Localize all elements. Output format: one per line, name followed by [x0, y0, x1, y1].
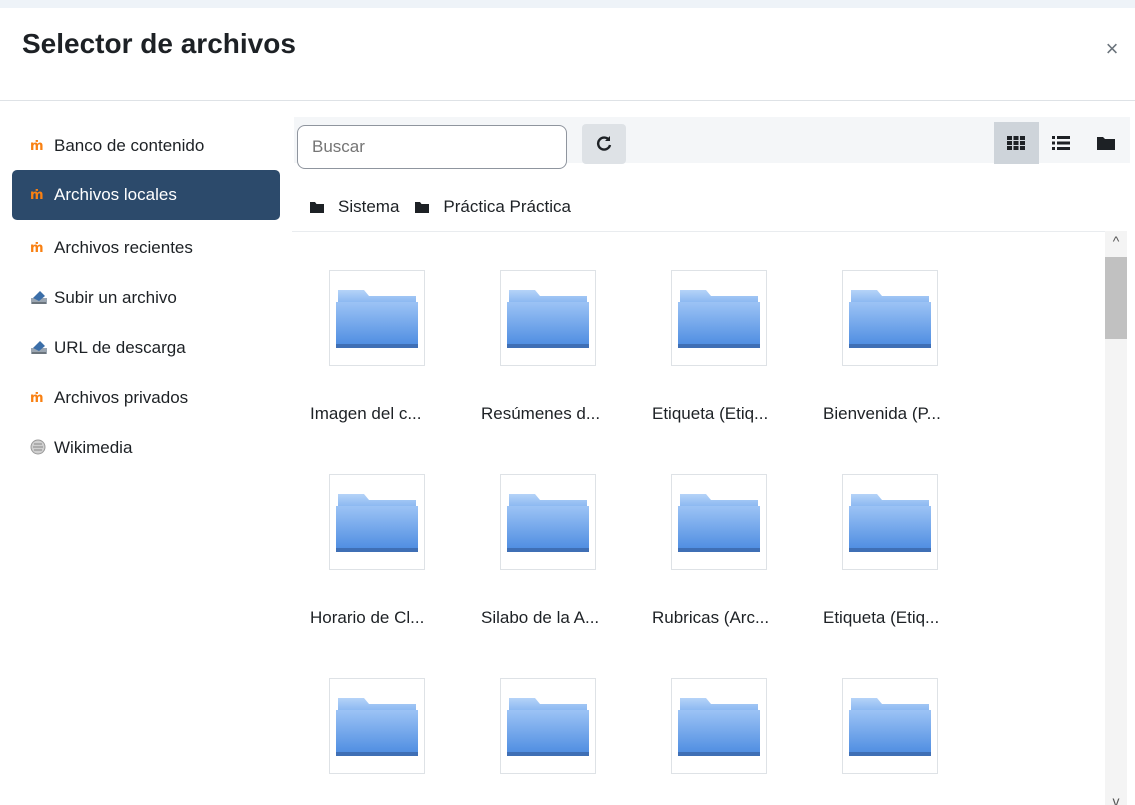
file-tile[interactable]: Etiqueta (Etiq... [642, 232, 806, 423]
file-name: Etiqueta (Etiq... [652, 404, 769, 423]
dialog-title: Selector de archivos [22, 28, 296, 59]
file-tile[interactable]: Etiqueta (Etiq... [813, 436, 977, 627]
file-name: Bienvenida (P... [823, 404, 941, 423]
breadcrumb: Sistema Práctica Práctica [310, 197, 587, 217]
file-picker-dialog: Selector de archivos × ṁ Banco de conten… [0, 8, 1135, 805]
view-switcher [994, 122, 1128, 164]
file-name: Rubricas (Arc... [652, 608, 770, 627]
url-icon [30, 339, 54, 358]
repo-archivos-privados[interactable]: ṁ Archivos privados [12, 373, 280, 423]
folder-icon [842, 474, 938, 570]
moodle-icon: ṁ [30, 390, 44, 406]
file-tile[interactable]: Horario de Cl... [300, 436, 464, 627]
folder-icon [329, 678, 425, 774]
repo-subir-un-archivo[interactable]: Subir un archivo [12, 273, 280, 323]
search-input[interactable] [297, 125, 567, 169]
file-tile[interactable] [471, 640, 635, 805]
file-tile[interactable]: Bienvenida (P... [813, 232, 977, 423]
folder-icon [415, 201, 430, 213]
repo-label: Archivos privados [54, 388, 189, 407]
repo-label: Wikimedia [54, 438, 133, 457]
breadcrumb-item[interactable]: Práctica Práctica [415, 197, 571, 217]
file-name: Resúmenes d... [481, 404, 601, 423]
list-icon [1052, 136, 1070, 150]
scroll-down-icon[interactable]: v [1105, 793, 1127, 805]
upload-icon [30, 289, 54, 308]
moodle-icon: ṁ [30, 187, 44, 203]
list-view-button[interactable] [1039, 122, 1084, 164]
moodle-icon: ṁ [30, 240, 44, 256]
folder-icon [842, 270, 938, 366]
file-tile[interactable]: Resúmenes d... [471, 232, 635, 423]
file-name: Etiqueta (Etiq... [823, 608, 940, 627]
repo-label: Subir un archivo [54, 288, 177, 307]
file-tile[interactable] [813, 640, 977, 805]
folder-icon [329, 474, 425, 570]
folder-icon [500, 678, 596, 774]
folder-icon [500, 270, 596, 366]
repo-label: Banco de contenido [54, 136, 205, 155]
tree-view-button[interactable] [1083, 122, 1128, 164]
repo-banco-de-contenido[interactable]: ṁ Banco de contenido [12, 121, 280, 171]
repo-archivos-locales[interactable]: ṁ Archivos locales [12, 170, 280, 220]
folder-icon [842, 678, 938, 774]
repo-archivos-recientes[interactable]: ṁ Archivos recientes [12, 223, 280, 273]
file-tile[interactable]: Imagen del c... [300, 232, 464, 423]
file-browser: Sistema Práctica Práctica Imagen del c..… [292, 111, 1135, 805]
breadcrumb-item[interactable]: Sistema [310, 197, 399, 217]
file-name: Silabo de la A... [481, 608, 600, 627]
folder-icon [310, 201, 324, 213]
file-name: Imagen del c... [310, 404, 422, 423]
breadcrumb-label: Sistema [338, 197, 400, 216]
repository-list: ṁ Banco de contenido ṁ Archivos locales … [0, 111, 292, 805]
folder-icon [500, 474, 596, 570]
repo-wikimedia[interactable]: Wikimedia [12, 423, 280, 473]
moodle-icon: ṁ [30, 138, 44, 154]
repo-label: URL de descarga [54, 338, 186, 357]
folder-icon [1096, 137, 1115, 150]
repo-label: Archivos locales [54, 185, 177, 204]
folder-icon [329, 270, 425, 366]
file-name: Horario de Cl... [310, 608, 425, 627]
scrollbar[interactable]: ^ v [1105, 231, 1127, 805]
breadcrumb-label: Práctica Práctica [443, 197, 571, 216]
file-tile[interactable]: Rubricas (Arc... [642, 436, 806, 627]
close-icon[interactable]: × [1101, 38, 1123, 60]
scrollbar-thumb[interactable] [1105, 257, 1127, 339]
grid-icon [1007, 136, 1026, 150]
scroll-up-icon[interactable]: ^ [1105, 233, 1127, 251]
file-tile[interactable] [642, 640, 806, 805]
repo-url-de-descarga[interactable]: URL de descarga [12, 323, 280, 373]
refresh-button[interactable] [582, 124, 626, 164]
file-grid: Imagen del c... Resúmenes d... Etiqueta (E… [292, 231, 1105, 805]
dialog-header: Selector de archivos × [0, 8, 1135, 101]
folder-icon [671, 270, 767, 366]
file-tile[interactable] [300, 640, 464, 805]
file-tile[interactable]: Silabo de la A... [471, 436, 635, 627]
repo-label: Archivos recientes [54, 238, 193, 257]
folder-icon [671, 678, 767, 774]
folder-icon [671, 474, 767, 570]
refresh-icon [597, 136, 612, 151]
icon-view-button[interactable] [994, 122, 1039, 164]
wikimedia-icon [30, 439, 54, 458]
